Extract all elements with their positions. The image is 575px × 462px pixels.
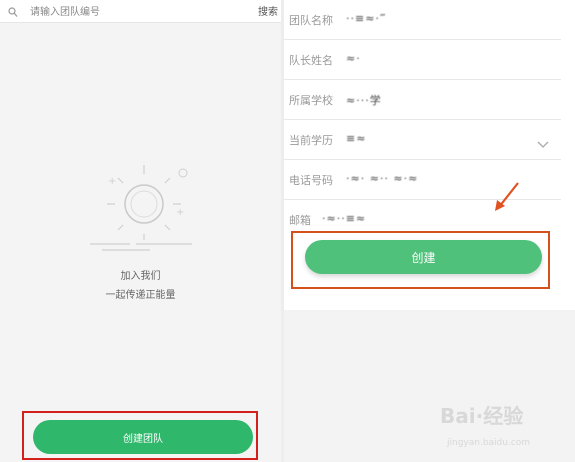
search-button[interactable]: 搜索 [258, 3, 278, 18]
svg-text:+: + [176, 207, 184, 218]
create-team-button[interactable]: 创建团队 [33, 420, 253, 454]
empty-state-title: 加入我们 [120, 271, 161, 282]
field-education[interactable]: 当前学历 ≡≈ [284, 120, 561, 160]
field-leader-name[interactable]: 队长姓名 ≈· [284, 40, 561, 80]
search-bar: 请输入团队编号 搜索 [0, 0, 281, 23]
field-value[interactable]: ≈· [346, 52, 361, 65]
field-team-name[interactable]: 团队名称 ··≡≈·‴ [284, 0, 561, 40]
pointer-arrow-icon [492, 180, 522, 216]
field-label: 队长姓名 [289, 54, 333, 67]
svg-text:+: + [108, 176, 116, 187]
field-label: 所属学校 [289, 94, 333, 107]
empty-area [284, 310, 575, 462]
join-team-panel: 请输入团队编号 搜索 + + 加入我们 一起传递正能量 创建团队 [0, 0, 281, 462]
watermark-logo: Bai·经验 [440, 404, 524, 428]
sun-illustration-icon: + + [90, 160, 200, 259]
empty-state-subtitle: 一起传递正能量 [105, 290, 176, 301]
chevron-down-icon[interactable] [537, 134, 549, 153]
field-label: 团队名称 [289, 14, 333, 27]
field-value[interactable]: ·≈· ≈·· ≈·≈ [346, 172, 418, 185]
field-school[interactable]: 所属学校 ≈···学 [284, 80, 561, 120]
field-value[interactable]: ≈···学 [346, 92, 382, 108]
field-label: 邮箱 [289, 214, 311, 227]
watermark-url: jingyan.baidu.com [447, 438, 531, 448]
field-label: 当前学历 [289, 134, 333, 147]
search-input[interactable]: 请输入团队编号 [30, 3, 100, 18]
field-value[interactable]: ··≡≈·‴ [346, 12, 387, 25]
field-label: 电话号码 [289, 174, 333, 187]
create-button[interactable]: 创建 [305, 240, 542, 274]
field-value[interactable]: ·≈··≡≈ [322, 212, 366, 225]
field-value[interactable]: ≡≈ [346, 132, 366, 145]
search-icon [8, 4, 18, 23]
